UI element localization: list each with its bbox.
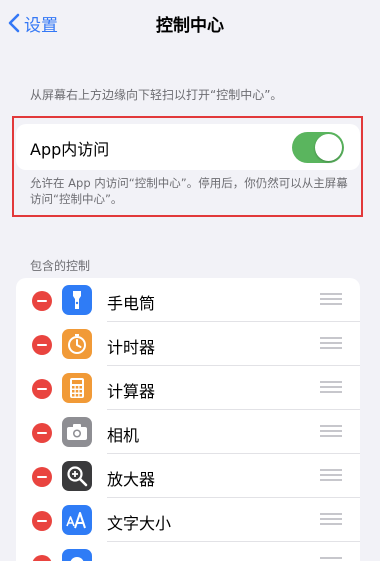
reorder-handle[interactable]: [320, 381, 342, 395]
app-access-label: App内访问: [30, 140, 110, 159]
control-label: 放大器: [107, 470, 156, 489]
remove-button[interactable]: [32, 379, 52, 399]
control-label: 计时器: [107, 338, 156, 357]
section-header: 包含的控制: [30, 259, 91, 273]
control-label: 手电筒: [107, 294, 156, 313]
list-item: 放大器: [16, 454, 360, 498]
camera-icon: [62, 417, 92, 447]
navigation-bar: 设置 控制中心: [0, 0, 380, 46]
remove-button[interactable]: [32, 555, 52, 561]
reorder-handle[interactable]: [320, 337, 342, 351]
list-item: 手电筒: [16, 278, 360, 322]
remove-button[interactable]: [32, 467, 52, 487]
reorder-handle[interactable]: [320, 293, 342, 307]
reorder-handle[interactable]: [320, 513, 342, 527]
timer-icon: [62, 329, 92, 359]
app-access-toggle[interactable]: [292, 132, 344, 163]
control-label: 计算器: [107, 382, 156, 401]
page-title: 控制中心: [156, 16, 224, 36]
control-label: 文字大小: [107, 514, 172, 533]
remove-button[interactable]: [32, 335, 52, 355]
list-item: 相机: [16, 410, 360, 454]
calculator-icon: [62, 373, 92, 403]
remove-button[interactable]: [32, 423, 52, 443]
reorder-handle[interactable]: [320, 557, 342, 561]
list-item: 文字大小: [16, 498, 360, 542]
app-access-hint: 允许在 App 内访问“控制中心”。停用后，你仍然可以从主屏幕访问“控制中心”。: [30, 176, 348, 206]
list-item: 计算器: [16, 366, 360, 410]
toggle-knob: [315, 134, 342, 161]
app-access-cell: App内访问: [16, 124, 360, 170]
reorder-handle[interactable]: [320, 425, 342, 439]
list-item: [16, 542, 360, 561]
control-label: 相机: [107, 426, 140, 445]
magnifier-icon: [62, 461, 92, 491]
text-size-icon: [62, 505, 92, 535]
remove-button[interactable]: [32, 511, 52, 531]
swipe-hint: 从屏幕右上方边缘向下轻扫以打开“控制中心”。: [30, 88, 283, 102]
list-item: 计时器: [16, 322, 360, 366]
flashlight-icon: [62, 285, 92, 315]
remove-button[interactable]: [32, 291, 52, 311]
voice-memo-icon: [62, 549, 92, 561]
included-controls-list: 手电筒 计时器 计算器 相机 放大器 文字大小: [16, 278, 360, 561]
reorder-handle[interactable]: [320, 469, 342, 483]
